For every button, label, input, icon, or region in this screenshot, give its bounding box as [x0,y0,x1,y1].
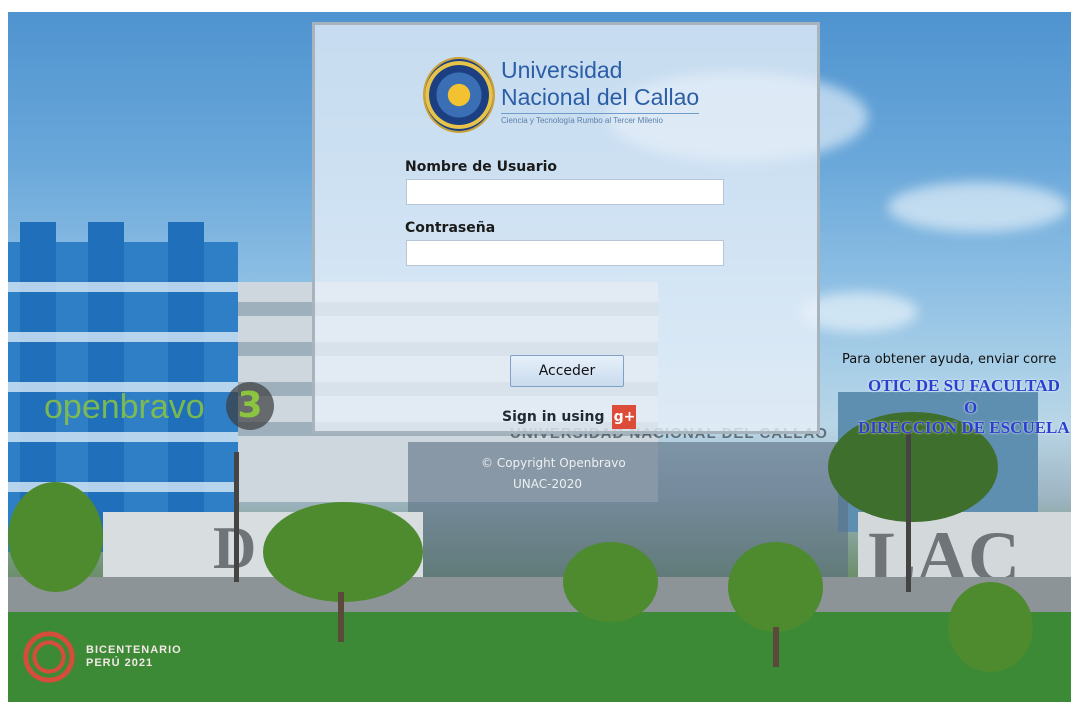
lamp-post [234,452,239,582]
bicentenario-line2: PERÚ 2021 [86,657,154,669]
bicentenario-line1: BICENTENARIO [86,644,182,656]
faculty-contact-line3: DIRECCION DE ESCUELA [858,418,1070,437]
password-label: Contraseña [405,220,496,236]
copyright-text: © Copyright Openbravo [481,456,626,470]
bicentenario-logo: BICENTENARIO PERÚ 2021 [20,628,182,686]
username-label: Nombre de Usuario [405,159,558,175]
username-input[interactable] [406,179,724,205]
gplus-icon[interactable]: g+ [612,405,637,429]
tree [948,582,1033,672]
university-logo: Universidad Nacional del Callao Ciencia … [423,57,700,133]
bicentenario-text: BICENTENARIO PERÚ 2021 [86,644,182,670]
university-name-line1: Universidad [501,57,623,83]
signin-label: Sign in using [502,409,605,425]
login-panel: Universidad Nacional del Callao Ciencia … [312,22,820,434]
university-name-line2: Nacional del Callao [501,84,700,114]
cloud [888,182,1068,232]
tree [8,482,103,592]
password-input[interactable] [406,240,724,266]
social-signin: Sign in using g+ [502,405,637,429]
university-motto: Ciencia y Tecnología Rumbo al Tercer Mil… [501,116,664,125]
tree [563,542,658,622]
openbravo-version-badge: 3 [226,382,274,430]
tree [728,542,823,632]
help-text: Para obtener ayuda, enviar corre [842,352,1057,367]
university-title: Universidad Nacional del Callao Ciencia … [501,57,700,125]
lamp-post [906,432,911,592]
faculty-contact-line2: O [964,398,978,417]
tree-trunk [773,627,779,667]
copyright-year: UNAC-2020 [513,477,583,491]
university-seal-icon [423,57,495,133]
bicentenario-emblem-icon [20,628,78,686]
faculty-contact-line1: OTIC DE SU FACULTAD [868,376,1060,395]
login-button[interactable]: Acceder [510,355,624,387]
tree-trunk [338,592,344,642]
openbravo-logo: openbravo [44,388,205,426]
tree [263,502,423,602]
